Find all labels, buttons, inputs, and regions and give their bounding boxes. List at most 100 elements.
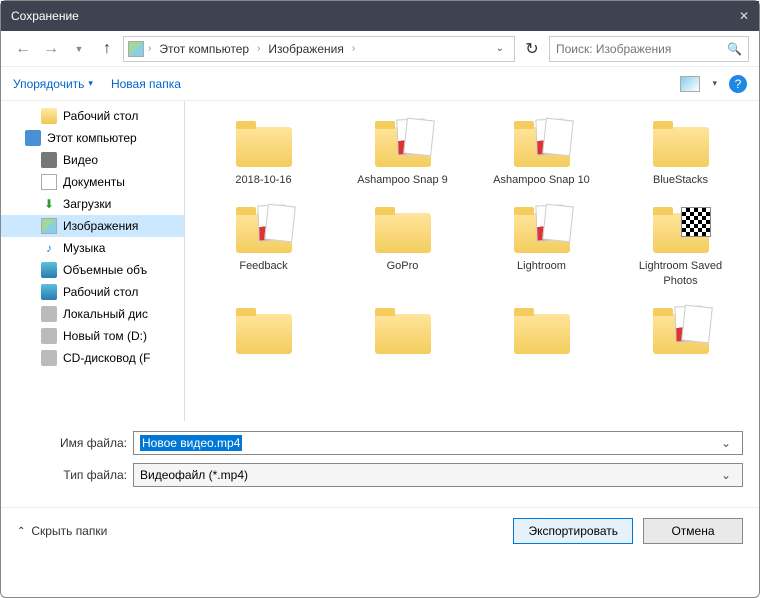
filename-input[interactable]: Новое видео.mp4 ⌄: [133, 431, 743, 455]
toolbar: Упорядочить ▾ Новая папка ▾ ?: [1, 67, 759, 101]
pc-icon: [25, 130, 41, 146]
sidebar-item-label: Видео: [63, 153, 98, 167]
sidebar-item-label: Рабочий стол: [63, 109, 138, 123]
file-item[interactable]: [195, 298, 332, 364]
sidebar-item-6[interactable]: ♪Музыка: [1, 237, 184, 259]
sidebar-item-4[interactable]: ⬇Загрузки: [1, 193, 184, 215]
search-icon[interactable]: 🔍: [727, 42, 742, 56]
sidebar-item-label: Музыка: [63, 241, 105, 255]
file-grid[interactable]: 2018-10-16 Ashampoo Snap 9 Ashampoo Snap 1…: [185, 101, 759, 421]
sidebar-item-0[interactable]: Рабочий стол: [1, 105, 184, 127]
back-arrow-icon[interactable]: ←: [11, 37, 35, 61]
filetype-value: Видеофайл (*.mp4): [140, 468, 248, 482]
view-mode-button[interactable]: [680, 76, 700, 92]
sidebar-item-label: Этот компьютер: [47, 131, 137, 145]
sidebar-item-label: Объемные объ: [63, 263, 147, 277]
filename-value: Новое видео.mp4: [140, 435, 242, 451]
file-label: Lightroom: [517, 259, 566, 273]
chevron-up-icon: ⌃: [17, 526, 25, 537]
sidebar-item-8[interactable]: Рабочий стол: [1, 281, 184, 303]
file-item[interactable]: BlueStacks: [612, 111, 749, 191]
chevron-down-icon[interactable]: ⌄: [716, 436, 736, 450]
filetype-label: Тип файла:: [17, 468, 127, 482]
search-input[interactable]: [556, 42, 727, 56]
address-dropdown-icon[interactable]: ⌄: [490, 43, 510, 54]
organize-button[interactable]: Упорядочить ▾: [13, 77, 93, 91]
sidebar-item-5[interactable]: Изображения: [1, 215, 184, 237]
sidebar-item-3[interactable]: Документы: [1, 171, 184, 193]
file-label: Lightroom Saved Photos: [621, 259, 741, 288]
folder-icon: [649, 115, 713, 167]
file-item[interactable]: Lightroom Saved Photos: [612, 197, 749, 292]
file-item[interactable]: Lightroom: [473, 197, 610, 292]
recent-dropdown-icon[interactable]: ▼: [67, 37, 91, 61]
drive-icon: [41, 306, 57, 322]
refresh-icon[interactable]: ↻: [519, 36, 545, 62]
file-item[interactable]: [334, 298, 471, 364]
navbar: ← → ▼ ↑ › Этот компьютер › Изображения ›…: [1, 31, 759, 67]
filename-section: Имя файла: Новое видео.mp4 ⌄ Тип файла: …: [1, 421, 759, 501]
img-icon: [41, 218, 57, 234]
sidebar-tree[interactable]: Рабочий стол Этот компьютер Видео Документы…: [1, 101, 185, 421]
filename-label: Имя файла:: [17, 436, 127, 450]
folder-icon: [232, 115, 296, 167]
file-item[interactable]: Feedback: [195, 197, 332, 292]
folder-icon: [510, 302, 574, 354]
folder-icon: [649, 201, 713, 253]
file-item[interactable]: GoPro: [334, 197, 471, 292]
sidebar-item-label: Локальный дис: [63, 307, 148, 321]
file-label: 2018-10-16: [235, 173, 291, 187]
sidebar-item-11[interactable]: CD-дисковод (F: [1, 347, 184, 369]
sidebar-item-9[interactable]: Локальный дис: [1, 303, 184, 325]
file-label: GoPro: [387, 259, 419, 273]
desktop-icon: [41, 284, 57, 300]
sidebar-item-label: Изображения: [63, 219, 138, 233]
chevron-right-icon[interactable]: ›: [257, 43, 260, 54]
new-folder-button[interactable]: Новая папка: [111, 77, 181, 91]
sidebar-item-label: Рабочий стол: [63, 285, 138, 299]
chevron-right-icon[interactable]: ›: [352, 43, 355, 54]
file-item[interactable]: [612, 298, 749, 364]
body: Рабочий стол Этот компьютер Видео Документы…: [1, 101, 759, 421]
crumb-root[interactable]: Этот компьютер: [155, 42, 253, 56]
folder-icon: [371, 115, 435, 167]
file-item[interactable]: Ashampoo Snap 10: [473, 111, 610, 191]
location-icon: [128, 41, 144, 57]
folder-icon: [510, 115, 574, 167]
cancel-button[interactable]: Отмена: [643, 518, 743, 544]
chevron-right-icon[interactable]: ›: [148, 43, 151, 54]
folder-icon: [41, 108, 57, 124]
help-icon[interactable]: ?: [729, 75, 747, 93]
forward-arrow-icon[interactable]: →: [39, 37, 63, 61]
file-item[interactable]: Ashampoo Snap 9: [334, 111, 471, 191]
hide-folders-button[interactable]: ⌃ Скрыть папки: [17, 524, 107, 538]
sidebar-item-10[interactable]: Новый том (D:): [1, 325, 184, 347]
filetype-select[interactable]: Видеофайл (*.mp4) ⌄: [133, 463, 743, 487]
export-button[interactable]: Экспортировать: [513, 518, 633, 544]
close-icon[interactable]: ✕: [739, 9, 749, 23]
sidebar-item-7[interactable]: Объемные объ: [1, 259, 184, 281]
chevron-down-icon[interactable]: ▾: [712, 78, 717, 89]
crumb-current[interactable]: Изображения: [264, 42, 347, 56]
folder-icon: [371, 201, 435, 253]
dl-icon: ⬇: [41, 196, 57, 212]
sidebar-item-2[interactable]: Видео: [1, 149, 184, 171]
drive-icon: [41, 350, 57, 366]
sidebar-item-1[interactable]: Этот компьютер: [1, 127, 184, 149]
file-label: BlueStacks: [653, 173, 708, 187]
folder-icon: [232, 302, 296, 354]
address-bar[interactable]: › Этот компьютер › Изображения › ⌄: [123, 36, 515, 62]
search-box[interactable]: 🔍: [549, 36, 749, 62]
up-arrow-icon[interactable]: ↑: [95, 37, 119, 61]
desktop-icon: [41, 262, 57, 278]
video-icon: [41, 152, 57, 168]
file-label: Ashampoo Snap 10: [493, 173, 590, 187]
folder-icon: [510, 201, 574, 253]
file-label: Feedback: [239, 259, 287, 273]
chevron-down-icon[interactable]: ⌄: [716, 468, 736, 482]
file-item[interactable]: 2018-10-16: [195, 111, 332, 191]
drive-icon: [41, 328, 57, 344]
file-item[interactable]: [473, 298, 610, 364]
window-title: Сохранение: [11, 9, 79, 23]
folder-icon: [232, 201, 296, 253]
